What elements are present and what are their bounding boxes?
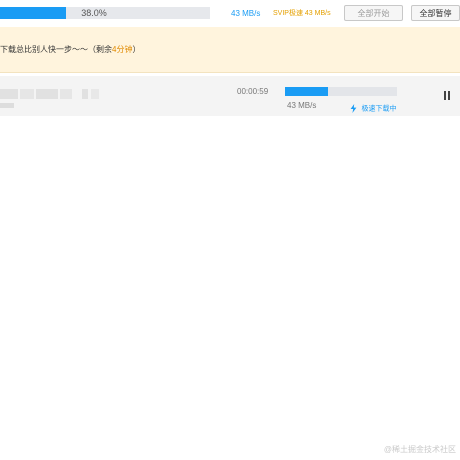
notice-remaining-time: 4分钟	[112, 45, 133, 54]
notice-remaining-suffix: ）	[132, 45, 141, 54]
total-speed: 43 MB/s	[231, 9, 261, 18]
accelerated-download-status: 极速下载中	[350, 100, 397, 114]
watermark: @稀土掘金技术社区	[383, 445, 456, 454]
task-progress-fill	[285, 87, 328, 96]
task-file-size-blurred	[0, 103, 14, 108]
start-all-button[interactable]: 全部开始	[344, 5, 403, 21]
task-file-name-blurred	[0, 89, 100, 99]
task-elapsed-time: 00:00:59	[237, 87, 269, 96]
notice-text: 下载总比别人快一步～～（剩余4分钟）	[0, 44, 140, 55]
total-progress-bar: 38.0%	[0, 7, 210, 19]
task-speed: 43 MB/s	[287, 101, 317, 110]
lightning-icon	[350, 104, 357, 114]
total-progress-label: 38.0%	[81, 8, 107, 18]
download-toolbar: 38.0% 43 MB/s SVIP极速 43 MB/s 全部开始 全部暂停	[0, 0, 460, 28]
notice-remaining-prefix: （剩余	[88, 45, 112, 54]
speed-notice-banner: 下载总比别人快一步～～（剩余4分钟）	[0, 27, 460, 73]
svip-speed: SVIP极速 43 MB/s	[273, 10, 331, 17]
notice-message: 下载总比别人快一步～～	[0, 45, 88, 54]
pause-all-button[interactable]: 全部暂停	[411, 5, 460, 21]
accelerated-download-label: 极速下载中	[361, 105, 397, 113]
pause-icon[interactable]	[443, 91, 451, 100]
download-task-row[interactable]: 00:00:59 43 MB/s 极速下载中	[0, 76, 460, 116]
task-progress-bar	[285, 87, 397, 96]
